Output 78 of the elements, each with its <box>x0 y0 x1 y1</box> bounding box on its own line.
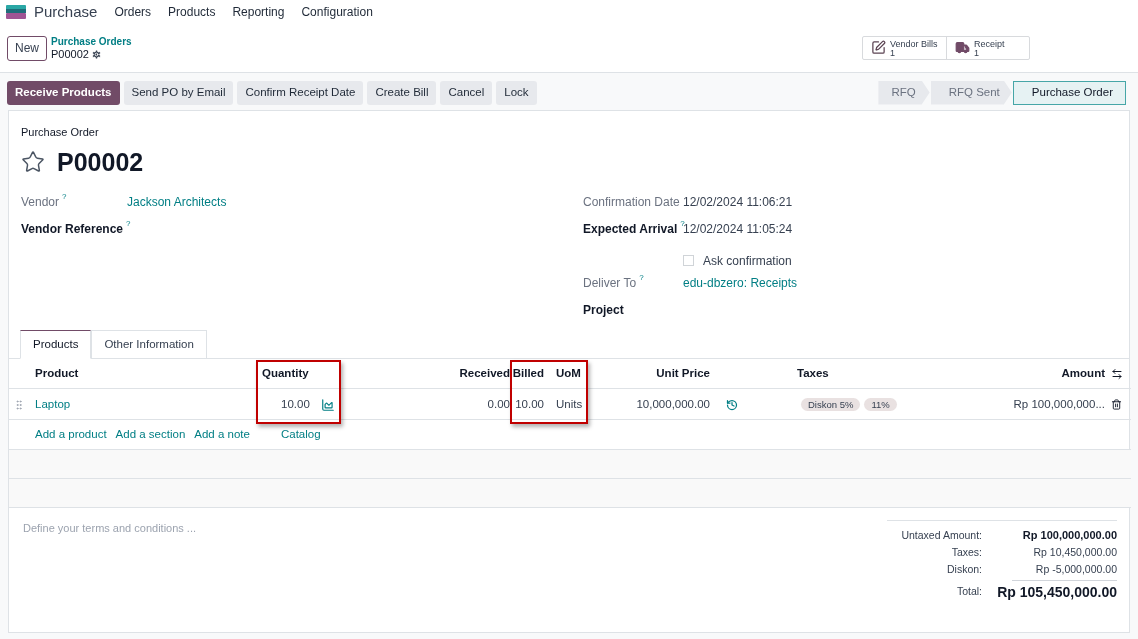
help-mark[interactable]: ? <box>62 191 67 203</box>
smart-button-count: 1 <box>974 49 979 58</box>
table-cell-text: Rp 100,000,000... <box>1013 396 1105 412</box>
add-link[interactable]: Catalog <box>280 425 321 444</box>
total-value: Rp -5,000,000.00 <box>1035 561 1117 577</box>
checkbox-label: Ask confirmation <box>703 252 792 270</box>
app-name[interactable]: Purchase <box>34 0 98 24</box>
settings-icon[interactable] <box>90 48 102 60</box>
menu-item[interactable]: Reporting <box>232 3 285 21</box>
help-mark[interactable]: ? <box>680 218 685 230</box>
action-button[interactable]: Cancel <box>440 80 493 105</box>
columns-toggle-icon[interactable] <box>1111 367 1123 380</box>
field-link[interactable]: edu-dbzero: Receipts <box>683 274 798 292</box>
action-button[interactable]: Receive Products <box>7 80 120 105</box>
column-header[interactable]: Taxes <box>791 359 1001 389</box>
field-label: Project <box>583 302 624 319</box>
total-label: Taxes: <box>950 544 982 560</box>
smart-button-label: Receipt <box>974 40 1005 49</box>
tax-tag[interactable]: Diskon 5% <box>801 398 861 411</box>
total-label: Untaxed Amount: <box>900 527 982 543</box>
pencil-icon <box>871 40 886 55</box>
table-cell-text: 10.00 <box>281 396 310 412</box>
table-cell-text: Units <box>556 396 583 412</box>
menu-item[interactable]: Configuration <box>301 3 373 21</box>
record-name: P00002 <box>51 48 89 60</box>
reset-icon[interactable] <box>726 398 738 411</box>
add-link[interactable]: Add a product <box>35 425 107 444</box>
menu-item[interactable]: Products <box>168 3 216 21</box>
column-header[interactable]: Quantity <box>256 359 341 389</box>
status-step[interactable]: RFQ Sent <box>930 80 1012 105</box>
status-step[interactable]: RFQ <box>878 80 930 105</box>
add-link[interactable]: Add a section <box>115 425 186 444</box>
action-button[interactable]: Send PO by Email <box>123 80 234 105</box>
total-label: Diskon: <box>946 561 982 577</box>
menu-item[interactable]: Orders <box>114 3 152 21</box>
column-header[interactable]: Product <box>29 359 256 389</box>
field-label: Confirmation Date <box>583 194 680 211</box>
action-button[interactable]: Create Bill <box>367 80 437 105</box>
area-chart-icon[interactable] <box>320 397 335 412</box>
total-value: Rp 105,450,000.00 <box>997 582 1117 602</box>
total-label: Total: <box>955 584 982 600</box>
field-label: Deliver To <box>583 275 637 292</box>
column-header[interactable]: UoM <box>550 359 588 389</box>
delete-icon[interactable] <box>1111 399 1122 410</box>
smart-button-count: 1 <box>890 49 896 58</box>
smart-button-label: Vendor Bills <box>890 40 938 49</box>
status-step[interactable]: Purchase Order <box>1012 80 1126 105</box>
table-cell-text: 10.00 <box>515 396 544 412</box>
star-icon[interactable] <box>21 150 45 175</box>
drag-handle-icon[interactable] <box>13 398 25 411</box>
tab[interactable]: Products <box>20 330 92 359</box>
add-link[interactable]: Add a note <box>194 425 250 444</box>
truck-icon <box>955 40 970 55</box>
field-value: 12/02/2024 11:06:21 <box>683 194 793 211</box>
table-cell-text: 0.00 <box>487 396 510 412</box>
breadcrumb-link[interactable]: Purchase Orders <box>51 36 132 48</box>
form-caption: Purchase Order <box>21 125 100 140</box>
field-label: Expected Arrival <box>583 221 678 238</box>
column-header[interactable]: Amount <box>1001 359 1111 389</box>
field-label: Vendor <box>21 194 60 211</box>
smart-button[interactable]: Receipt 1 <box>946 37 1029 59</box>
tax-tag[interactable]: 11% <box>864 398 897 411</box>
column-header[interactable]: Unit Price <box>588 359 716 389</box>
action-button[interactable]: Lock <box>496 80 537 105</box>
help-mark[interactable]: ? <box>639 272 644 284</box>
checkbox[interactable] <box>683 255 694 266</box>
total-value: Rp 10,450,000.00 <box>1033 544 1117 560</box>
help-mark[interactable]: ? <box>126 218 131 230</box>
action-button[interactable]: Confirm Receipt Date <box>237 80 364 105</box>
field-label: Vendor Reference <box>21 221 124 238</box>
record-title: P00002 <box>57 146 144 178</box>
field-link[interactable]: Jackson Architects <box>127 193 227 211</box>
smart-button[interactable]: Vendor Bills 1 <box>863 37 946 59</box>
new-button[interactable]: New <box>7 35 47 61</box>
table-cell-text: 10,000,000.00 <box>636 396 710 412</box>
product-link[interactable]: Laptop <box>35 395 71 414</box>
total-value: Rp 100,000,000.00 <box>1022 528 1117 544</box>
tab[interactable]: Other Information <box>91 330 207 359</box>
